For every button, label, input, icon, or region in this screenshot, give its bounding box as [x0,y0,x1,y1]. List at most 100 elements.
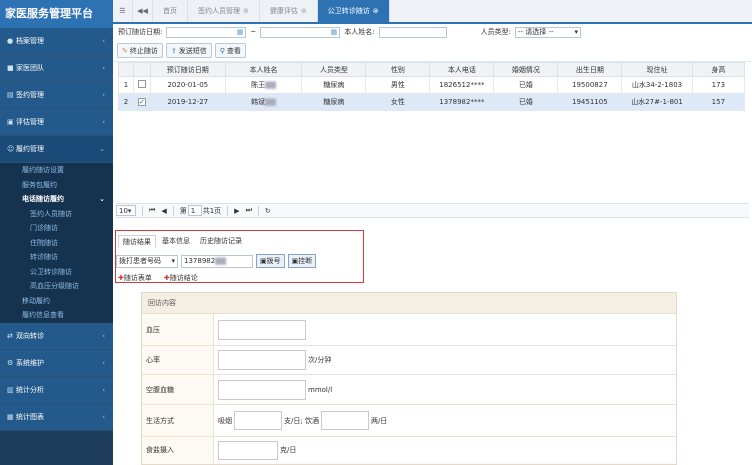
submenu-item[interactable]: 服务包履约 [0,178,113,193]
next-page-icon[interactable]: ▶ [234,207,239,215]
close-icon[interactable]: ⊗ [301,7,307,15]
first-page-icon[interactable]: ⏮ [149,206,155,215]
col-header[interactable]: 婚姻情况 [493,62,559,77]
col-header[interactable]: 人员类型 [301,62,367,77]
submenu-item[interactable]: 住院随访 [0,236,113,251]
row-checkbox[interactable] [132,76,151,94]
menu-icon[interactable]: ☰ [113,0,133,22]
sidebar-submenu: 履约随访设置 服务包履约 电话随访履约 ⌄ 签约人员随访 门诊随访 住院随访 转诊… [0,163,113,323]
col-header[interactable]: 本人电话 [429,62,495,77]
submenu-item[interactable]: 履约随访设置 [0,163,113,178]
stop-followup-button[interactable]: ✎ 终止随访 [117,43,163,58]
tab-label: 公卫转诊随访 [327,7,370,15]
tab-sign-people[interactable]: 签约人员管理 ⊗ [188,0,260,22]
smoke-input[interactable] [234,411,282,430]
sidebar-item-label: 统计分析 [16,385,44,394]
last-page-icon[interactable]: ⏭ [246,206,252,215]
close-icon[interactable]: ⊗ [243,7,249,15]
row-checkbox[interactable]: ✓ [132,93,151,111]
chevron-left-icon: ‹ [102,64,105,72]
link-label: 随访表单 [123,274,152,282]
checkbox-checked[interactable]: ✓ [137,98,146,106]
add-row: ✚随访表单 ✚随访结论 [118,273,198,283]
gear-icon: ⚙ [7,358,14,367]
glucose-input[interactable] [218,379,306,400]
submenu-item[interactable]: 移动履约 [0,294,113,309]
sidebar-item-stats[interactable]: ▥ 统计分析 ‹ [0,376,113,404]
form-value: 次/分钟 [214,346,676,374]
view-button[interactable]: ⚲ 查看 [214,43,246,58]
redacted-mark: ▇▇ [265,98,276,106]
number-select[interactable]: 拨打患者号码 ▾ [116,254,178,268]
checkbox[interactable] [137,80,146,88]
submenu-item[interactable]: 签约人员随访 [0,207,113,222]
form-value: 克/日 [214,437,676,463]
sidebar-item-contract[interactable]: ▤ 签约管理 ‹ [0,82,113,109]
number-select-value: 拨打患者号码 [119,257,161,265]
tab-home[interactable]: 首页 [153,0,188,22]
submenu-item[interactable]: 履约信息查看 [0,308,113,323]
add-form-link[interactable]: ✚随访表单 [118,273,152,283]
table-row[interactable]: 1 2020-01-05 陈王▇▇ 糖尿病 男性 1826512**** 已婚 … [118,76,746,94]
name-input[interactable] [378,26,447,38]
page-input[interactable]: 1 [187,205,202,216]
col-header[interactable]: 预订随访日期 [149,62,226,77]
rewind-icon[interactable]: ◀◀ [133,0,153,22]
sidebar-item-assess[interactable]: ▣ 评估管理 ‹ [0,109,113,136]
tab-referral-followup[interactable]: 公卫转诊随访 ⊗ [317,0,390,22]
submenu-item[interactable]: 高血压分级随访 [0,279,113,294]
page-prefix: 第 [179,206,187,215]
col-header[interactable]: 身高 [691,62,746,77]
page-size-select[interactable]: 10 ▾ [116,205,136,216]
sidebar-item-system[interactable]: ⚙ 系统维护 ‹ [0,349,113,377]
phone-value: 1378982 [184,257,216,265]
close-icon[interactable]: ⊗ [373,7,379,15]
drink-input[interactable] [320,411,369,430]
submenu-item[interactable]: 公卫转诊随访 [0,265,113,280]
calendar-icon[interactable]: ▦ [331,28,338,36]
submenu-item[interactable]: 转诊随访 [0,250,113,265]
chevron-left-icon: ‹ [102,37,105,45]
calendar-icon[interactable]: ▦ [237,28,244,36]
sidebar-item-perform[interactable]: ☺ 履约管理 ⌄ [0,136,113,163]
dial-button[interactable]: ▣ 拨号 [256,254,285,268]
date-end-input[interactable]: ▦ [260,26,341,38]
date-start-input[interactable]: ▦ [166,26,247,38]
sidebar-item-transfer[interactable]: ⇄ 双向转诊 ‹ [0,322,113,350]
type-select[interactable]: -- 请选择 -- ▾ [514,26,581,38]
submenu-item[interactable]: 门诊随访 [0,221,113,236]
sidebar-item-archive[interactable]: ● 档案管理 ‹ [0,28,113,55]
submenu-label: 电话随访履约 [22,195,64,203]
phone-input[interactable]: 1378982 ▇▇ [181,254,253,268]
separator [227,205,229,216]
user-icon: ● [7,37,14,45]
add-conclusion-link[interactable]: ✚随访结论 [164,273,198,283]
cell-name: 韩斌▇▇ [224,93,303,111]
sidebar-item-team[interactable]: ■ 家医团队 ‹ [0,55,113,82]
unit-label: 两/日 [370,416,388,425]
salt-input[interactable] [218,440,278,460]
hangup-button[interactable]: ▣ 挂断 [287,254,317,268]
tab-history[interactable]: 历史随访记录 [196,235,246,248]
prev-page-icon[interactable]: ◀ [161,207,166,215]
table-row-selected[interactable]: 2 ✓ 2019-12-27 韩斌▇▇ 糖尿病 女性 1378982**** 已… [118,93,746,111]
bp-input[interactable] [218,319,306,340]
hr-input[interactable] [218,350,306,370]
refresh-icon[interactable]: ↻ [265,207,271,215]
button-label: 挂断 [298,257,313,265]
tab-followup-result[interactable]: 随访结果 [118,235,156,248]
col-header[interactable]: 性别 [365,62,431,77]
unit-label: mmol/l [308,385,333,394]
col-header[interactable]: 本人姓名 [224,62,303,77]
tab-health-assess[interactable]: 健康评估 ⊗ [260,0,318,22]
send-sms-button[interactable]: ⇪ 发送短信 [165,43,212,58]
sidebar-item-label: 签约管理 [16,91,44,99]
sidebar-item-charts[interactable]: ▦ 统计图表 ‹ [0,403,113,431]
col-header[interactable]: 出生日期 [557,62,623,77]
cell-phone: 1378982**** [429,93,495,111]
chevron-down-icon: ⌄ [99,145,105,153]
tab-basic-info[interactable]: 基本信息 [158,235,194,248]
col-header[interactable]: 现住址 [621,62,693,77]
submenu-item-selected[interactable]: 电话随访履约 ⌄ [0,192,113,207]
cell-addr: 山水34-2-1803 [621,76,693,94]
